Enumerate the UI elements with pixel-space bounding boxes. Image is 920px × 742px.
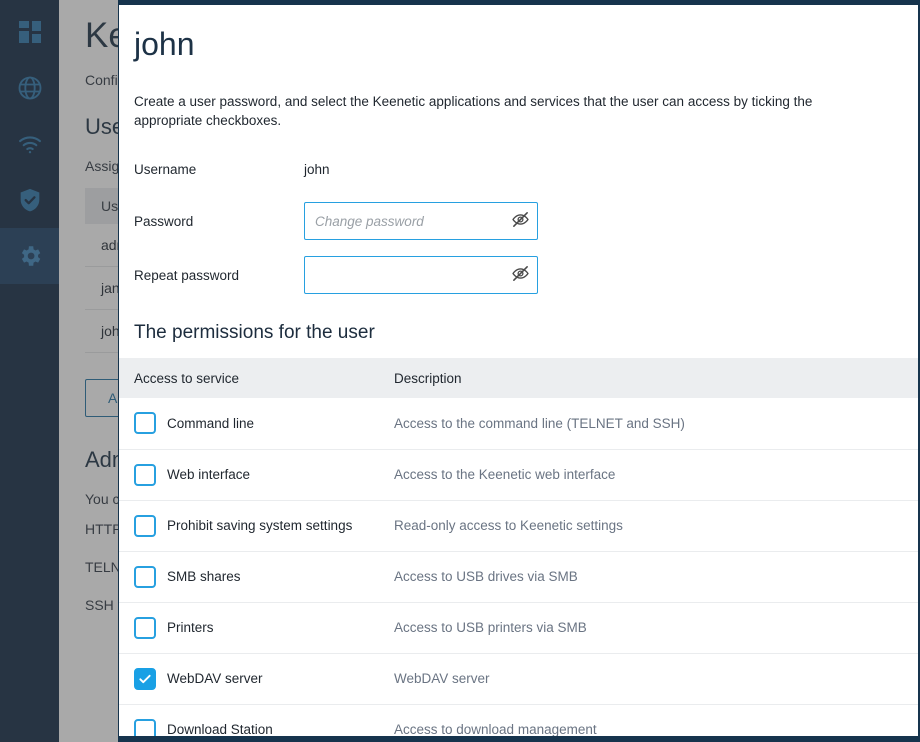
app-root: Keenetic Configuration of the users and … (0, 0, 920, 742)
permissions-header-row: Access to service Description (119, 358, 918, 398)
username-value: john (304, 162, 330, 177)
permissions-rows: Command line Access to the command line (… (119, 398, 918, 736)
permissions-heading: The permissions for the user (119, 294, 918, 358)
permission-checkbox-cell: Web interface (134, 464, 379, 486)
permission-checkbox[interactable] (134, 464, 156, 486)
dialog-title: john (119, 5, 918, 69)
dialog-description: Create a user password, and select the K… (119, 69, 899, 130)
permission-service-cell: Download Station (119, 704, 379, 736)
permission-checkbox[interactable] (134, 668, 156, 690)
eye-slash-icon (511, 264, 530, 286)
permission-row[interactable]: Printers Access to USB printers via SMB (119, 602, 918, 653)
column-header-description: Description (379, 358, 918, 398)
password-input[interactable] (305, 203, 537, 239)
repeat-password-label: Repeat password (134, 268, 304, 283)
permission-row[interactable]: Web interface Access to the Keenetic web … (119, 449, 918, 500)
toggle-repeat-password-visibility-button[interactable] (510, 265, 530, 285)
permission-service-cell: SMB shares (119, 551, 379, 602)
permission-checkbox[interactable] (134, 412, 156, 434)
toggle-password-visibility-button[interactable] (510, 211, 530, 231)
check-icon (138, 672, 152, 686)
permission-description-cell: WebDAV server (379, 653, 918, 704)
eye-slash-icon (511, 210, 530, 232)
permission-service-cell: WebDAV server (119, 653, 379, 704)
permission-service-cell: Web interface (119, 449, 379, 500)
permission-label: SMB shares (167, 569, 241, 584)
permission-description-cell: Access to the Keenetic web interface (379, 449, 918, 500)
permission-row[interactable]: SMB shares Access to USB drives via SMB (119, 551, 918, 602)
permission-checkbox-cell: Command line (134, 412, 379, 434)
permission-description-cell: Read-only access to Keenetic settings (379, 500, 918, 551)
permission-checkbox-cell: SMB shares (134, 566, 379, 588)
edit-user-dialog: john Create a user password, and select … (118, 0, 920, 742)
permission-service-cell: Command line (119, 398, 379, 449)
permission-checkbox-cell: Download Station (134, 719, 379, 737)
permission-description-cell: Access to download management (379, 704, 918, 736)
permission-label: Web interface (167, 467, 250, 482)
permission-label: Download Station (167, 722, 273, 736)
permission-row[interactable]: Command line Access to the command line (… (119, 398, 918, 449)
permission-row[interactable]: Prohibit saving system settings Read-only… (119, 500, 918, 551)
permission-service-cell: Prohibit saving system settings (119, 500, 379, 551)
permission-description-cell: Access to USB printers via SMB (379, 602, 918, 653)
password-field-wrapper (304, 202, 538, 240)
form-row-password: Password (134, 202, 903, 240)
form-row-repeat-password: Repeat password (134, 256, 903, 294)
permission-checkbox[interactable] (134, 719, 156, 737)
permission-row[interactable]: WebDAV server WebDAV server (119, 653, 918, 704)
permission-description-cell: Access to USB drives via SMB (379, 551, 918, 602)
repeat-password-field-wrapper (304, 256, 538, 294)
repeat-password-input[interactable] (305, 257, 537, 293)
permission-service-cell: Printers (119, 602, 379, 653)
permission-label: Command line (167, 416, 254, 431)
permission-checkbox[interactable] (134, 566, 156, 588)
permission-label: Printers (167, 620, 214, 635)
permission-label: WebDAV server (167, 671, 263, 686)
permission-checkbox-cell: WebDAV server (134, 668, 379, 690)
permission-checkbox[interactable] (134, 617, 156, 639)
column-header-access-to-service: Access to service (119, 358, 379, 398)
form-row-username: Username john (134, 152, 903, 186)
permission-description-cell: Access to the command line (TELNET and S… (379, 398, 918, 449)
username-label: Username (134, 162, 304, 177)
permission-checkbox-cell: Prohibit saving system settings (134, 515, 379, 537)
permissions-table: Access to service Description Command li… (119, 358, 918, 736)
user-form: Username john Password (119, 130, 918, 294)
permission-row[interactable]: Download Station Access to download manag… (119, 704, 918, 736)
permission-checkbox[interactable] (134, 515, 156, 537)
dialog-body: john Create a user password, and select … (119, 5, 918, 736)
permission-label: Prohibit saving system settings (167, 518, 352, 533)
permission-checkbox-cell: Printers (134, 617, 379, 639)
password-label: Password (134, 214, 304, 229)
